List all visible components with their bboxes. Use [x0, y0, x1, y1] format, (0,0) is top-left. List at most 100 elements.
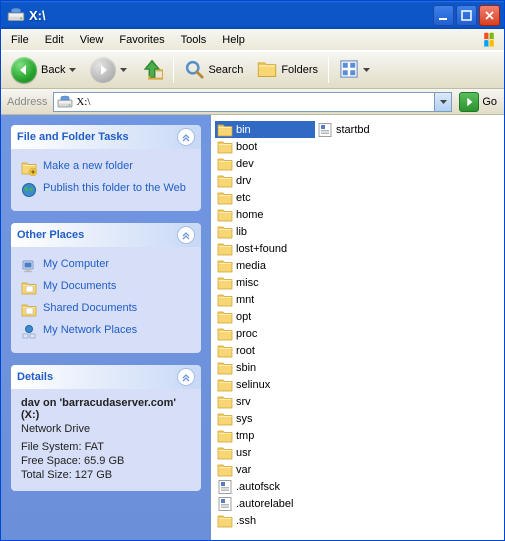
panel-header[interactable]: Details	[11, 365, 201, 389]
separator	[328, 57, 329, 83]
go-icon	[459, 92, 479, 112]
up-icon	[141, 58, 163, 83]
menu-view[interactable]: View	[72, 32, 112, 48]
panel-title: Details	[17, 371, 53, 383]
folder-icon	[217, 139, 233, 155]
place-label: My Network Places	[43, 324, 137, 336]
collapse-icon[interactable]	[177, 226, 195, 244]
item-label: sbin	[236, 362, 256, 374]
file-icon	[217, 496, 233, 512]
place-network-places[interactable]: My Network Places	[21, 321, 191, 343]
list-item[interactable]: media	[215, 257, 315, 274]
list-item[interactable]: sbin	[215, 359, 315, 376]
close-button[interactable]	[479, 5, 500, 26]
folder-icon	[217, 411, 233, 427]
chevron-down-icon	[363, 68, 370, 72]
task-label: Publish this folder to the Web	[43, 182, 186, 194]
place-shared-documents[interactable]: Shared Documents	[21, 299, 191, 321]
list-item[interactable]: sys	[215, 410, 315, 427]
task-publish-web[interactable]: Publish this folder to the Web	[21, 179, 191, 201]
panel-header[interactable]: File and Folder Tasks	[11, 125, 201, 149]
list-item[interactable]: var	[215, 461, 315, 478]
item-label: mnt	[236, 294, 254, 306]
item-label: lib	[236, 226, 247, 238]
list-item[interactable]: root	[215, 342, 315, 359]
list-item[interactable]: srv	[215, 393, 315, 410]
list-item[interactable]: home	[215, 206, 315, 223]
list-item[interactable]: selinux	[215, 376, 315, 393]
task-make-new-folder[interactable]: Make a new folder	[21, 157, 191, 179]
titlebar[interactable]: X:\	[1, 1, 504, 29]
list-item[interactable]: mnt	[215, 291, 315, 308]
place-label: My Computer	[43, 258, 109, 270]
list-item[interactable]: boot	[215, 138, 315, 155]
list-item[interactable]: opt	[215, 308, 315, 325]
list-item[interactable]: misc	[215, 274, 315, 291]
item-label: root	[236, 345, 255, 357]
collapse-icon[interactable]	[177, 368, 195, 386]
views-button[interactable]	[333, 55, 376, 86]
folder-icon	[217, 224, 233, 240]
forward-button[interactable]	[84, 53, 133, 87]
network-icon	[21, 324, 37, 340]
item-label: bin	[236, 124, 251, 136]
file-icon	[317, 122, 333, 138]
list-item[interactable]: proc	[215, 325, 315, 342]
folder-icon	[217, 462, 233, 478]
place-my-computer[interactable]: My Computer	[21, 255, 191, 277]
list-item[interactable]: startbd	[315, 121, 415, 138]
collapse-icon[interactable]	[177, 128, 195, 146]
list-item[interactable]: lost+found	[215, 240, 315, 257]
list-item[interactable]: .autorelabel	[215, 495, 315, 512]
minimize-button[interactable]	[433, 5, 454, 26]
list-item[interactable]: dev	[215, 155, 315, 172]
menu-tools[interactable]: Tools	[173, 32, 215, 48]
search-button[interactable]: Search	[178, 55, 249, 86]
chevron-down-icon	[120, 68, 127, 72]
folders-icon	[257, 59, 277, 82]
item-label: misc	[236, 277, 259, 289]
details-type: Network Drive	[21, 423, 191, 435]
file-icon	[217, 479, 233, 495]
other-places-panel: Other Places My Computer My Documents Sh…	[11, 223, 201, 353]
documents-icon	[21, 280, 37, 296]
folders-button[interactable]: Folders	[251, 55, 324, 86]
list-item[interactable]: drv	[215, 172, 315, 189]
item-label: tmp	[236, 430, 254, 442]
list-item[interactable]: bin	[215, 121, 315, 138]
item-label: dev	[236, 158, 254, 170]
panel-header[interactable]: Other Places	[11, 223, 201, 247]
explorer-window: X:\ File Edit View Favorites Tools Help …	[0, 0, 505, 541]
go-button[interactable]: Go	[456, 92, 500, 112]
menu-help[interactable]: Help	[214, 32, 253, 48]
place-my-documents[interactable]: My Documents	[21, 277, 191, 299]
address-input[interactable]	[76, 94, 434, 110]
list-item[interactable]: etc	[215, 189, 315, 206]
folder-icon	[217, 292, 233, 308]
list-item[interactable]: .autofsck	[215, 478, 315, 495]
list-item[interactable]: lib	[215, 223, 315, 240]
item-label: selinux	[236, 379, 270, 391]
item-label: home	[236, 209, 264, 221]
maximize-button[interactable]	[456, 5, 477, 26]
list-item[interactable]: .ssh	[215, 512, 315, 529]
globe-icon	[21, 182, 37, 198]
menu-favorites[interactable]: Favorites	[111, 32, 172, 48]
details-filesystem: File System: FAT	[21, 441, 191, 453]
menu-file[interactable]: File	[3, 32, 37, 48]
go-label: Go	[482, 96, 497, 108]
tasks-sidebar: File and Folder Tasks Make a new folder …	[1, 115, 211, 540]
menu-edit[interactable]: Edit	[37, 32, 72, 48]
file-list[interactable]: bin boot dev drv etc home lib lost+foundmedia mi…	[211, 115, 504, 540]
address-dropdown[interactable]	[434, 93, 451, 111]
panel-title: File and Folder Tasks	[17, 131, 129, 143]
list-item[interactable]: tmp	[215, 427, 315, 444]
search-label: Search	[208, 64, 243, 76]
item-label: etc	[236, 192, 251, 204]
list-item[interactable]: usr	[215, 444, 315, 461]
back-button[interactable]: Back	[5, 53, 82, 87]
panel-title: Other Places	[17, 229, 84, 241]
address-bar: Address Go	[1, 89, 504, 115]
item-label: .autorelabel	[236, 498, 294, 510]
up-button[interactable]	[135, 54, 169, 87]
